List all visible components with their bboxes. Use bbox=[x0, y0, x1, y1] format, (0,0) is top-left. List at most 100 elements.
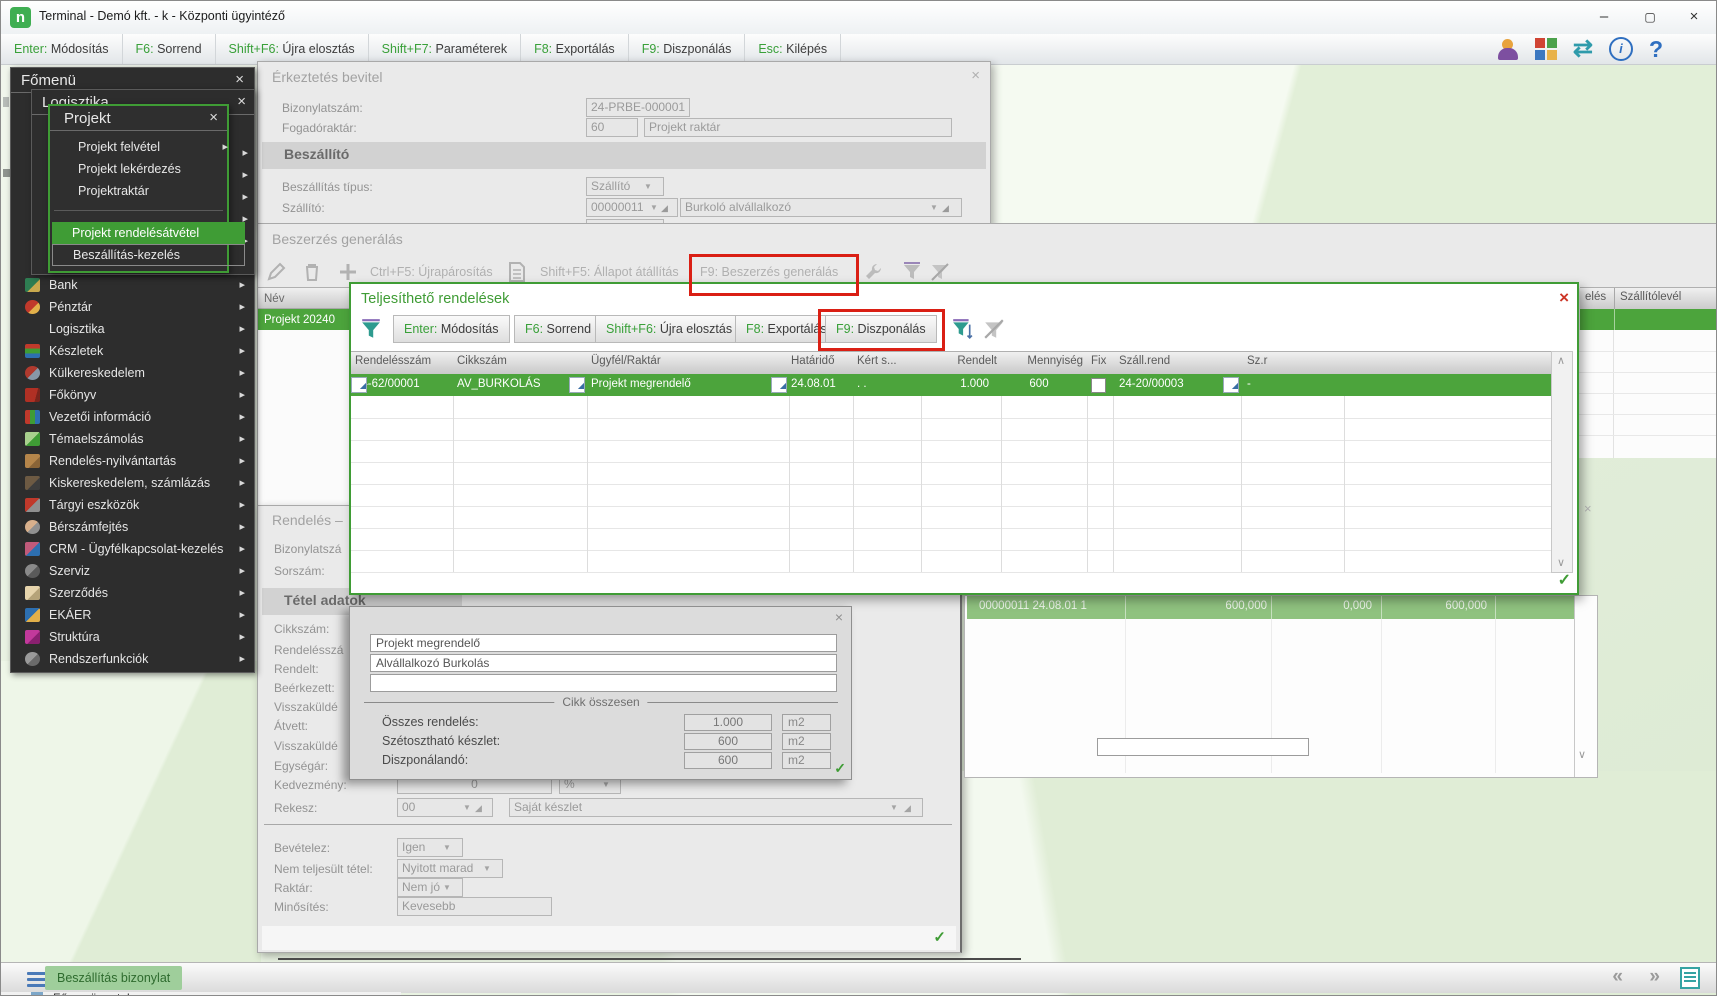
switch-user-icon[interactable]: ⇄ bbox=[1573, 37, 1593, 61]
popup-confirm-check-icon[interactable]: ✓ bbox=[1558, 570, 1571, 590]
popup-selected-row[interactable]: 24-62/00001 ◢ AV_BURKOLÁS ◢ Projekt megren… bbox=[351, 374, 1555, 396]
tipus-combo[interactable]: Szállító bbox=[586, 177, 664, 196]
szallitolevel-column-header[interactable]: Szállítólevél bbox=[1620, 291, 1681, 303]
add-icon[interactable] bbox=[338, 262, 358, 282]
small-popup-close-icon[interactable]: × bbox=[835, 609, 843, 625]
nev-row[interactable]: Projekt 20240 bbox=[258, 309, 350, 331]
maximize-button[interactable]: ▢ bbox=[1628, 1, 1672, 33]
sidebar-item-ekaer[interactable]: EKÁER ▸ bbox=[13, 604, 253, 626]
sidebar-item-vezetoi-informacio[interactable]: Vezetői információ ▸ bbox=[13, 406, 253, 428]
detail-triangle-icon[interactable]: ◢ bbox=[771, 377, 787, 393]
col-cikkszam[interactable]: Cikkszám bbox=[457, 355, 507, 367]
menu-item-projektraktar[interactable]: Projektraktár bbox=[58, 180, 236, 202]
chevron-down-icon[interactable]: ▼ bbox=[443, 843, 451, 852]
scroll-down-icon[interactable]: ∨ bbox=[1578, 748, 1586, 761]
osszes-rendeles-unit[interactable]: m2 bbox=[782, 714, 831, 731]
menu-item-projekt-felvetel[interactable]: Projekt felvétel ▸ bbox=[58, 136, 236, 158]
user-icon[interactable] bbox=[1497, 38, 1519, 60]
col-mennyiseg[interactable]: Mennyiség bbox=[1003, 355, 1083, 367]
detail-triangle-icon[interactable]: ◢ bbox=[904, 803, 911, 814]
detail-triangle-icon[interactable]: ◢ bbox=[661, 203, 668, 214]
chevron-down-icon[interactable]: ▼ bbox=[463, 803, 471, 812]
sidebar-item-keszletek[interactable]: Készletek ▸ bbox=[13, 340, 253, 362]
sidebar-item-rendeles-nyilvantartas[interactable]: Rendelés-nyilvántartás ▸ bbox=[13, 450, 253, 472]
delete-icon[interactable] bbox=[302, 262, 322, 282]
filter-sort-icon[interactable] bbox=[951, 318, 973, 340]
fomenu-close-icon[interactable]: × bbox=[235, 71, 244, 88]
minimize-button[interactable]: – bbox=[1582, 1, 1626, 33]
popup-scrollbar[interactable]: ∧ ∨ bbox=[1551, 351, 1573, 573]
fogadoraktar-code-field[interactable]: 60 bbox=[586, 118, 638, 137]
sidebar-item-temaelszamolas[interactable]: Témaelszámolás ▸ bbox=[13, 428, 253, 450]
close-button[interactable]: × bbox=[1672, 1, 1716, 33]
bizonylatszam-field[interactable]: 24-PRBE-000001 bbox=[586, 98, 690, 117]
filter-clear-icon[interactable] bbox=[930, 262, 950, 282]
fogadoraktar-name-field[interactable]: Projekt raktár bbox=[644, 118, 952, 137]
confirm-check-icon[interactable]: ✓ bbox=[933, 928, 946, 946]
col-hatarido[interactable]: Határidő bbox=[791, 355, 834, 367]
filter-clear-icon[interactable] bbox=[983, 318, 1005, 340]
detail-triangle-icon[interactable]: ◢ bbox=[351, 377, 367, 393]
nav-forward-icon[interactable]: » bbox=[1649, 966, 1660, 988]
sidebar-item-bank[interactable]: Bank ▸ bbox=[13, 274, 253, 296]
col-kert[interactable]: Kért s... bbox=[857, 355, 897, 367]
chevron-down-icon[interactable]: ▼ bbox=[650, 203, 658, 212]
popup-sorrend-button[interactable]: F6: Sorrend bbox=[514, 315, 603, 343]
projekt-close-icon[interactable]: × bbox=[209, 109, 218, 126]
toolbar-sorrend[interactable]: F6: Sorrend bbox=[123, 34, 216, 64]
sidebar-item-logisztika[interactable]: Logisztika ▸ bbox=[13, 318, 253, 340]
detail-triangle-icon[interactable]: ◢ bbox=[569, 377, 585, 393]
sidebar-item-szerzodes[interactable]: Szerződés ▸ bbox=[13, 582, 253, 604]
small-popup-check-icon[interactable]: ✓ bbox=[834, 760, 846, 777]
detail-input[interactable] bbox=[1097, 738, 1309, 756]
toolbar-parameterek[interactable]: Shift+F7: Paraméterek bbox=[369, 34, 522, 64]
extra-field[interactable] bbox=[370, 674, 837, 692]
col-fix[interactable]: Fix bbox=[1091, 355, 1106, 367]
col-ugyfel-raktar[interactable]: Ügyfél/Raktár bbox=[591, 355, 661, 367]
minosites-field[interactable]: Kevesebb bbox=[397, 897, 552, 916]
szallito-name-combo[interactable]: Burkoló alvállalkozó bbox=[680, 198, 962, 217]
ugyfel-field[interactable]: Projekt megrendelő bbox=[370, 634, 837, 652]
diszponalando-unit[interactable]: m2 bbox=[782, 752, 831, 769]
nev-column-header[interactable]: Név bbox=[258, 287, 350, 309]
rendeles-column-header[interactable]: elés bbox=[1585, 291, 1606, 303]
cikknev-field[interactable]: Alvállalkozó Burkolás bbox=[370, 654, 837, 672]
szetoszthato-value[interactable]: 600 bbox=[684, 733, 772, 750]
toolbar-kilepes[interactable]: Esc: Kilépés bbox=[745, 34, 842, 64]
nav-back-icon[interactable]: « bbox=[1612, 966, 1623, 988]
sidebar-item-struktura[interactable]: Struktúra ▸ bbox=[13, 626, 253, 648]
filter-icon[interactable] bbox=[902, 262, 922, 282]
sidebar-item-berszamfejtes[interactable]: Bérszámfejtés ▸ bbox=[13, 516, 253, 538]
col-szall-rend[interactable]: Száll.rend bbox=[1119, 355, 1170, 367]
szetoszthato-unit[interactable]: m2 bbox=[782, 733, 831, 750]
popup-ujra-elosztas-button[interactable]: Shift+F6: Újra elosztás bbox=[595, 315, 744, 343]
rekesz-name-combo[interactable]: Saját készlet bbox=[509, 798, 923, 817]
sidebar-item-crm[interactable]: CRM - Ügyfélkapcsolat-kezelés ▸ bbox=[13, 538, 253, 560]
col-szr[interactable]: Sz.r bbox=[1247, 355, 1267, 367]
popup-close-icon[interactable]: × bbox=[1559, 288, 1569, 308]
sidebar-item-penztar[interactable]: Pénztár ▸ bbox=[13, 296, 253, 318]
document-icon[interactable] bbox=[508, 262, 526, 282]
allapot-atallitas-button[interactable]: Shift+F5: Állapot átállítás bbox=[540, 265, 679, 279]
sidebar-item-kiskereskedelem[interactable]: Kiskereskedelem, számlázás ▸ bbox=[13, 472, 253, 494]
toolbar-modositas[interactable]: Enter: Módosítás bbox=[1, 34, 123, 64]
sidebar-item-rendszerfunkciok[interactable]: Rendszerfunkciók ▸ bbox=[13, 648, 253, 670]
bg-table-selected-row[interactable] bbox=[1580, 309, 1716, 331]
modules-grid-icon[interactable] bbox=[1534, 38, 1557, 60]
chevron-down-icon[interactable]: ▼ bbox=[443, 883, 451, 892]
chevron-down-icon[interactable]: ▼ bbox=[483, 864, 491, 873]
fix-checkbox[interactable] bbox=[1091, 378, 1106, 393]
erkeztetes-close-icon[interactable]: × bbox=[971, 67, 980, 84]
chevron-down-icon[interactable]: ▼ bbox=[602, 780, 610, 789]
chevron-down-icon[interactable]: ▼ bbox=[644, 182, 652, 191]
detail-triangle-icon[interactable]: ◢ bbox=[942, 203, 949, 214]
chevron-down-icon[interactable]: ▼ bbox=[890, 803, 898, 812]
sidebar-item-kulkereskedelem[interactable]: Külkereskedelem ▸ bbox=[13, 362, 253, 384]
diszponalando-value[interactable]: 600 bbox=[684, 752, 772, 769]
menu-item-projekt-lekerdezes[interactable]: Projekt lekérdezés bbox=[58, 158, 236, 180]
detail-triangle-icon[interactable]: ◢ bbox=[475, 803, 482, 814]
col-rendelt[interactable]: Rendelt bbox=[923, 355, 997, 367]
document-list-icon[interactable] bbox=[1680, 967, 1700, 989]
sidebar-item-szerviz[interactable]: Szerviz ▸ bbox=[13, 560, 253, 582]
chevron-down-icon[interactable]: ▼ bbox=[930, 203, 938, 212]
